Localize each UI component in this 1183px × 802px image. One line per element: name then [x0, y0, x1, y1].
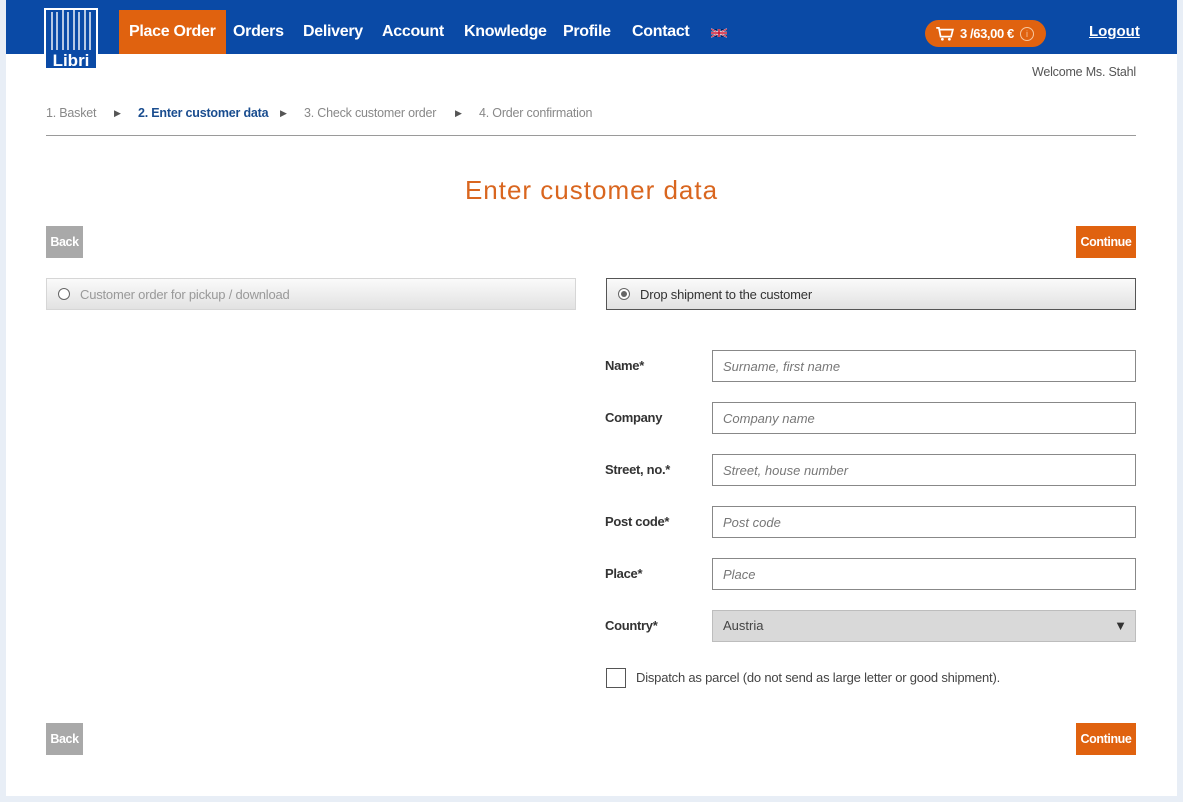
place-label: Place* — [605, 566, 643, 581]
nav-place-order[interactable]: Place Order — [119, 10, 226, 54]
company-field[interactable] — [712, 402, 1136, 434]
name-label: Name* — [605, 358, 644, 373]
company-label: Company — [605, 410, 663, 425]
continue-button[interactable]: Continue — [1076, 226, 1136, 258]
place-field[interactable] — [712, 558, 1136, 590]
step-arrow-icon: ▶ — [114, 108, 121, 118]
option-drop-shipment-label: Drop shipment to the customer — [640, 286, 812, 302]
option-pickup-download[interactable]: Customer order for pickup / download — [46, 278, 576, 310]
back-button-bottom[interactable]: Back — [46, 723, 83, 755]
name-field[interactable] — [712, 350, 1136, 382]
street-label: Street, no.* — [605, 462, 671, 477]
nav-orders[interactable]: Orders — [233, 10, 284, 54]
option-drop-shipment[interactable]: Drop shipment to the customer — [606, 278, 1136, 310]
postcode-label: Post code* — [605, 514, 670, 529]
welcome-message: Welcome Ms. Stahl — [1031, 65, 1136, 79]
country-select[interactable]: Austria ▼ — [712, 610, 1136, 642]
dispatch-parcel-label[interactable]: Dispatch as parcel (do not send as large… — [636, 670, 1000, 685]
nav-delivery[interactable]: Delivery — [303, 10, 363, 54]
uk-flag-icon[interactable] — [711, 27, 727, 39]
step-arrow-icon: ▶ — [280, 108, 287, 118]
postcode-field[interactable] — [712, 506, 1136, 538]
radio-drop-shipment[interactable] — [618, 288, 630, 300]
nav-profile[interactable]: Profile — [563, 10, 611, 54]
option-pickup-label: Customer order for pickup / download — [80, 286, 290, 302]
step-basket[interactable]: 1. Basket — [46, 106, 97, 120]
divider — [46, 135, 1136, 136]
step-enter-customer-data: 2. Enter customer data — [138, 106, 269, 120]
street-field[interactable] — [712, 454, 1136, 486]
step-arrow-icon: ▶ — [455, 108, 462, 118]
dispatch-parcel-checkbox[interactable] — [606, 668, 626, 688]
info-icon[interactable]: i — [1019, 26, 1034, 41]
continue-button-bottom[interactable]: Continue — [1076, 723, 1136, 755]
back-button[interactable]: Back — [46, 226, 83, 258]
page: Place Order Orders Delivery Account Know… — [6, 0, 1177, 796]
radio-pickup[interactable] — [58, 288, 70, 300]
country-value: Austria — [723, 618, 764, 633]
logo-text: Libri — [53, 51, 90, 70]
cart-icon — [936, 26, 954, 41]
step-order-confirmation: 4. Order confirmation — [479, 106, 593, 120]
nav-contact[interactable]: Contact — [632, 10, 690, 54]
nav-knowledge[interactable]: Knowledge — [464, 10, 547, 54]
step-check-customer-order: 3. Check customer order — [304, 106, 437, 120]
libri-logo[interactable]: Libri — [44, 8, 98, 70]
country-label: Country* — [605, 618, 658, 633]
top-navigation-bar: Place Order Orders Delivery Account Know… — [6, 0, 1177, 54]
cart-button[interactable]: 3 /63,00 € i — [925, 20, 1046, 47]
nav-account[interactable]: Account — [382, 10, 444, 54]
cart-summary: 3 /63,00 € — [960, 26, 1014, 41]
logout-link[interactable]: Logout — [1089, 23, 1140, 40]
page-title: Enter customer data — [464, 175, 719, 205]
chevron-down-icon: ▼ — [1114, 618, 1127, 633]
